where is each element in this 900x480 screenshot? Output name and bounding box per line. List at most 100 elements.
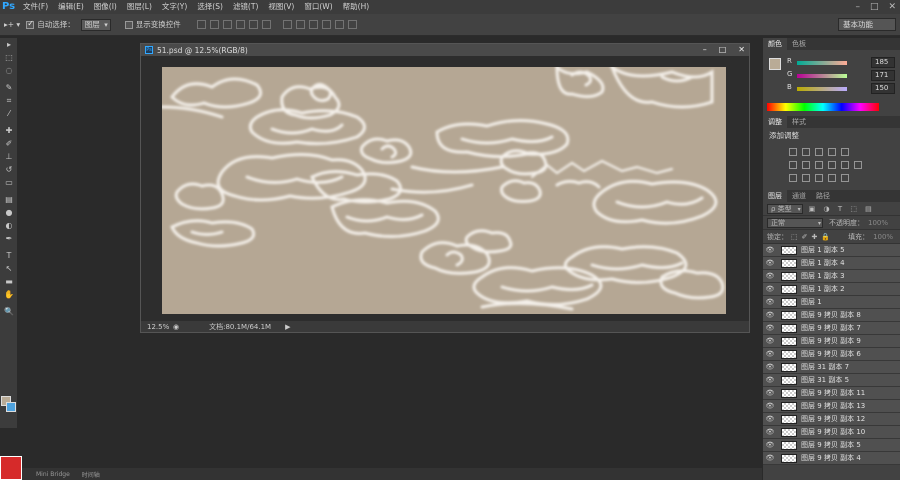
visibility-eye-icon[interactable]: 👁 <box>763 454 777 462</box>
menu-item-0[interactable]: 文件(F) <box>18 0 53 14</box>
lasso-tool-icon[interactable]: ◌ <box>0 64 18 77</box>
layer-row[interactable]: 👁 图层 9 拷贝 副本 10 <box>763 426 900 439</box>
visibility-eye-icon[interactable]: 👁 <box>763 285 777 293</box>
layer-row[interactable]: 👁 图层 31 副本 5 <box>763 374 900 387</box>
blend-mode-dropdown[interactable]: 正常 <box>767 217 823 228</box>
type-tool-icon[interactable]: T <box>0 249 18 262</box>
layer-row[interactable]: 👁 图层 9 拷贝 副本 5 <box>763 439 900 452</box>
black-white-icon[interactable] <box>815 161 823 169</box>
history-brush-tool-icon[interactable]: ↺ <box>0 163 18 176</box>
layer-row[interactable]: 👁 图层 1 <box>763 296 900 309</box>
layer-row[interactable]: 👁 图层 9 拷贝 副本 6 <box>763 348 900 361</box>
layer-row[interactable]: 👁 图层 9 拷贝 副本 9 <box>763 335 900 348</box>
menu-item-6[interactable]: 滤镜(T) <box>228 0 263 14</box>
opacity-value[interactable]: 100% <box>868 219 888 227</box>
layer-row[interactable]: 👁 图层 9 拷贝 副本 13 <box>763 400 900 413</box>
distribute-right-icon[interactable] <box>347 20 357 29</box>
selective-color-icon[interactable] <box>828 174 836 182</box>
color-lookup-icon[interactable] <box>854 161 862 169</box>
menu-item-5[interactable]: 选择(S) <box>192 0 228 14</box>
visibility-eye-icon[interactable]: 👁 <box>763 428 777 436</box>
tab-color[interactable]: 颜色 <box>763 38 787 50</box>
tab-mini-bridge[interactable]: Mini Bridge <box>30 471 76 478</box>
visibility-eye-icon[interactable]: 👁 <box>763 259 777 267</box>
layer-row[interactable]: 👁 图层 1 副本 3 <box>763 270 900 283</box>
auto-select-checkbox[interactable] <box>26 19 35 29</box>
tab-swatches[interactable]: 色板 <box>787 38 811 50</box>
show-transform-option[interactable]: 显示变换控件 <box>124 19 181 30</box>
workspace-dropdown[interactable]: 基本功能 <box>838 18 896 31</box>
document-title-bar[interactable]: Ps 51.psd @ 12.5%(RGB/8) – □ ✕ <box>141 44 749 56</box>
auto-select-dropdown[interactable]: 图层 <box>80 18 111 31</box>
taskbar-app-icon[interactable] <box>0 456 22 480</box>
minimize-button[interactable]: – <box>855 0 860 14</box>
layer-row[interactable]: 👁 图层 9 拷贝 副本 4 <box>763 452 900 465</box>
vibrance-icon[interactable] <box>841 148 849 156</box>
invert-icon[interactable] <box>789 174 797 182</box>
crop-tool-icon[interactable]: ⌗ <box>0 94 18 107</box>
visibility-eye-icon[interactable]: 👁 <box>763 350 777 358</box>
channel-mixer-icon[interactable] <box>841 161 849 169</box>
blue-slider[interactable] <box>797 87 847 91</box>
brightness-icon[interactable] <box>789 148 797 156</box>
levels-icon[interactable] <box>802 148 810 156</box>
menu-item-1[interactable]: 编辑(E) <box>53 0 89 14</box>
dodge-tool-icon[interactable]: ◐ <box>0 219 18 232</box>
close-button[interactable]: ✕ <box>888 0 896 14</box>
blur-tool-icon[interactable]: ● <box>0 206 18 219</box>
curves-icon[interactable] <box>815 148 823 156</box>
posterize-icon[interactable] <box>802 174 810 182</box>
document-canvas[interactable] <box>162 67 726 314</box>
background-color-swatch[interactable] <box>6 402 16 412</box>
doc-minimize-button[interactable]: – <box>703 44 707 56</box>
distribute-vcenter-icon[interactable] <box>295 20 305 29</box>
layer-row[interactable]: 👁 图层 1 副本 2 <box>763 283 900 296</box>
align-left-icon[interactable] <box>235 20 245 29</box>
healing-tool-icon[interactable]: ✚ <box>0 124 18 137</box>
menu-item-9[interactable]: 帮助(H) <box>338 0 375 14</box>
fill-value[interactable]: 100% <box>873 233 893 241</box>
show-transform-checkbox[interactable] <box>124 20 133 29</box>
align-bottom-icon[interactable] <box>222 20 232 29</box>
blue-value[interactable]: 150 <box>871 83 895 94</box>
red-value[interactable]: 185 <box>871 57 895 68</box>
align-vcenter-icon[interactable] <box>209 20 219 29</box>
visibility-eye-icon[interactable]: 👁 <box>763 415 777 423</box>
visibility-eye-icon[interactable]: 👁 <box>763 441 777 449</box>
tab-paths[interactable]: 路径 <box>811 190 835 202</box>
shape-tool-icon[interactable]: ▬ <box>0 275 18 288</box>
layer-row[interactable]: 👁 图层 1 副本 5 <box>763 244 900 257</box>
marquee-tool-icon[interactable]: ⬚ <box>0 51 18 64</box>
layer-row[interactable]: 👁 图层 9 拷贝 副本 12 <box>763 413 900 426</box>
tab-adjustments[interactable]: 调整 <box>763 116 787 128</box>
visibility-eye-icon[interactable]: 👁 <box>763 337 777 345</box>
doc-close-button[interactable]: ✕ <box>738 44 745 56</box>
eraser-tool-icon[interactable]: ▭ <box>0 176 18 189</box>
layer-filter-dropdown[interactable]: ρ 类型 <box>767 203 803 214</box>
menu-item-4[interactable]: 文字(Y) <box>157 0 192 14</box>
brush-tool-icon[interactable]: ✐ <box>0 137 18 150</box>
tab-layers[interactable]: 图层 <box>763 190 787 202</box>
menu-item-3[interactable]: 图层(L) <box>122 0 157 14</box>
menu-item-8[interactable]: 窗口(W) <box>299 0 337 14</box>
menu-item-7[interactable]: 视图(V) <box>263 0 299 14</box>
eyedropper-tool-icon[interactable]: ⁄ <box>0 107 18 120</box>
visibility-eye-icon[interactable]: 👁 <box>763 363 777 371</box>
threshold-icon[interactable] <box>815 174 823 182</box>
distribute-hcenter-icon[interactable] <box>334 20 344 29</box>
gradient-tool-icon[interactable]: ▤ <box>0 193 18 206</box>
green-value[interactable]: 171 <box>871 70 895 81</box>
zoom-level[interactable]: 12.5% <box>147 323 173 331</box>
hand-tool-icon[interactable]: ✋ <box>0 288 18 301</box>
move-tool-icon[interactable]: ▸ <box>0 38 18 51</box>
distribute-top-icon[interactable] <box>282 20 292 29</box>
quick-select-tool-icon[interactable]: ✎ <box>0 81 18 94</box>
pen-tool-icon[interactable]: ✒ <box>0 232 18 245</box>
visibility-eye-icon[interactable]: 👁 <box>763 402 777 410</box>
status-arrow-icon[interactable]: ▶ <box>285 323 290 331</box>
tab-styles[interactable]: 样式 <box>787 116 811 128</box>
align-right-icon[interactable] <box>261 20 271 29</box>
layer-row[interactable]: 👁 图层 9 拷贝 副本 8 <box>763 309 900 322</box>
layer-row[interactable]: 👁 图层 9 拷贝 副本 7 <box>763 322 900 335</box>
distribute-bottom-icon[interactable] <box>308 20 318 29</box>
